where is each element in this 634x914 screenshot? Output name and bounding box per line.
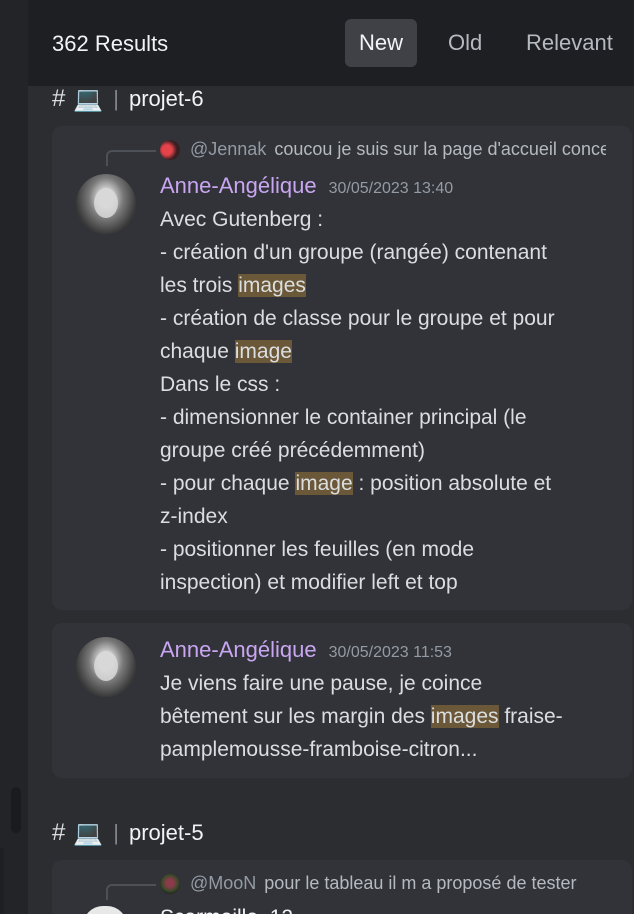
laptop-icon: 💻 xyxy=(73,819,104,847)
message-content: Je viens faire une pause, je coince bête… xyxy=(160,667,610,766)
search-highlight: images xyxy=(430,705,499,728)
reply-text: pour le tableau il m a proposé de tester xyxy=(264,873,577,893)
sort-tab-relevant[interactable]: Relevant xyxy=(512,19,627,67)
channel-header-projet-6[interactable]: # 💻 | projet-6 xyxy=(52,83,204,115)
reply-username[interactable]: @MooN xyxy=(190,873,256,894)
text-line: pamplemousse-framboise-citron... xyxy=(160,738,478,761)
message-header: Anne-Angélique 30/05/2023 11:53 xyxy=(160,637,452,663)
channel-name: projet-6 xyxy=(128,86,204,111)
laptop-icon: 💻 xyxy=(73,85,104,113)
reply-username[interactable]: @Jennak xyxy=(190,139,266,160)
text-line: inspection) et modifier left et top xyxy=(160,571,458,594)
text-line: Je viens faire une pause, je coince xyxy=(160,672,483,695)
message-header: Anne-Angélique 30/05/2023 13:40 xyxy=(160,173,453,199)
message-content: Avec Gutenberg : - création d'un groupe … xyxy=(160,203,610,599)
timestamp: 30/05/2023 13:40 xyxy=(328,180,454,197)
separator: | xyxy=(113,820,119,845)
search-highlight: image xyxy=(234,340,292,363)
results-header: 362 Results New Old Relevant xyxy=(28,0,634,86)
hash-icon: # xyxy=(52,819,66,846)
search-results-panel: 362 Results New Old Relevant # 💻 | proje… xyxy=(28,0,634,914)
reply-avatar xyxy=(160,873,180,894)
text-line: z-index xyxy=(160,505,228,528)
search-result-message[interactable]: @Jennak coucou je suis sur la page d'acc… xyxy=(52,126,632,610)
author-name[interactable]: Anne-Angélique xyxy=(160,173,317,199)
hash-icon: # xyxy=(52,85,66,112)
author-name[interactable]: Anne-Angélique xyxy=(160,637,317,663)
reply-preview[interactable]: @MooN pour le tableau il m a proposé de … xyxy=(160,873,606,894)
text-line: - pour chaque image : position absolute … xyxy=(160,472,552,495)
text-line: - dimensionner le container principal (l… xyxy=(160,406,527,429)
reply-connector xyxy=(106,150,156,166)
text-line: chaque image xyxy=(160,340,292,363)
avatar[interactable] xyxy=(76,174,136,234)
text-line: - création de classe pour le groupe et p… xyxy=(160,307,555,330)
channel-header-projet-5[interactable]: # 💻 | projet-5 xyxy=(52,817,204,849)
text-line: les trois images xyxy=(160,274,306,297)
results-count: 362 Results xyxy=(52,31,169,56)
reply-avatar xyxy=(160,139,180,160)
author-name[interactable]: Scarmeille_12 xyxy=(160,906,293,914)
avatar[interactable] xyxy=(76,637,136,697)
reply-preview[interactable]: @Jennak coucou je suis sur la page d'acc… xyxy=(160,139,606,160)
search-result-message[interactable]: Anne-Angélique 30/05/2023 11:53 Je viens… xyxy=(52,623,632,778)
channel-name: projet-5 xyxy=(128,820,204,845)
text-line: - création d'un groupe (rangée) contenan… xyxy=(160,241,547,264)
search-highlight: image xyxy=(295,472,353,495)
reply-text: coucou je suis sur la page d'accueil con… xyxy=(274,139,606,159)
text-line: bêtement sur les margin des images frais… xyxy=(160,705,563,728)
timestamp: 30/05/2023 11:53 xyxy=(328,644,452,661)
reply-connector xyxy=(106,884,156,900)
text-line: Avec Gutenberg : xyxy=(160,208,324,231)
separator: | xyxy=(113,86,119,111)
text-line: - positionner les feuilles (en mode xyxy=(160,538,474,561)
search-result-message[interactable]: @MooN pour le tableau il m a proposé de … xyxy=(52,860,632,914)
scrollbar-thumb[interactable] xyxy=(11,787,21,833)
left-divider xyxy=(0,848,4,914)
left-panel-strip xyxy=(0,0,28,914)
search-highlight: images xyxy=(238,274,306,297)
text-line: groupe créé précédemment) xyxy=(160,439,425,462)
sort-tab-new[interactable]: New xyxy=(345,19,418,67)
text-line: Dans le css : xyxy=(160,373,281,396)
sort-tab-old[interactable]: Old xyxy=(434,19,496,67)
